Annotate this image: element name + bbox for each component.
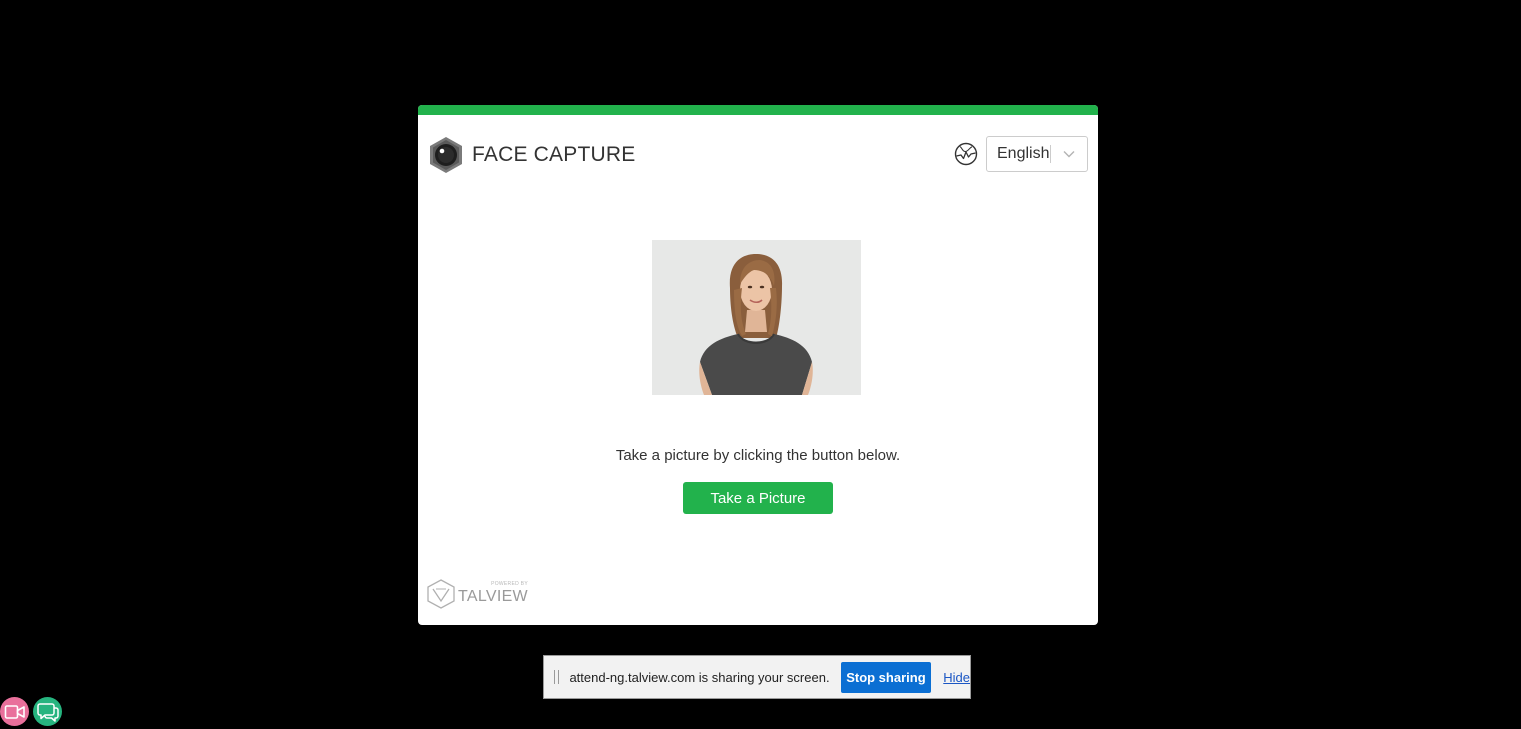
powered-by-talview: POWERED BY TALVIEW [427, 579, 528, 609]
powered-by-text: POWERED BY TALVIEW [458, 579, 528, 609]
globe-icon [954, 142, 978, 166]
drag-handle-icon[interactable] [554, 670, 560, 684]
instruction-text: Take a picture by clicking the button be… [615, 447, 901, 464]
language-selected-value: English [997, 145, 1050, 162]
talview-logo-icon [427, 579, 455, 609]
powered-by-label: POWERED BY [491, 581, 528, 587]
screen-share-message: attend-ng.talview.com is sharing your sc… [569, 669, 830, 685]
chat-bubbles-icon [36, 702, 59, 722]
modal-header-brand: FACE CAPTURE [428, 136, 635, 174]
page-title: FACE CAPTURE [472, 143, 636, 166]
video-camera-icon [4, 704, 25, 719]
stop-sharing-button[interactable]: Stop sharing [840, 661, 932, 693]
take-picture-button[interactable]: Take a Picture [683, 482, 833, 514]
camera-lens-icon [430, 137, 462, 173]
talview-brand-name: TALVIEW [458, 588, 528, 605]
hide-link[interactable]: Hide [943, 670, 970, 685]
chevron-down-icon[interactable] [1051, 136, 1087, 172]
sample-face-photo [652, 240, 861, 395]
modal-accent-bar [418, 105, 1098, 115]
language-selector-area: English [954, 136, 1088, 172]
screen-share-notification-bar: attend-ng.talview.com is sharing your sc… [543, 655, 971, 699]
sample-face-illustration [652, 240, 861, 395]
video-call-button[interactable] [0, 697, 29, 726]
face-capture-modal: FACE CAPTURE English Take a picture by c… [418, 105, 1098, 625]
language-dropdown[interactable]: English [986, 136, 1088, 172]
chat-button[interactable] [33, 697, 62, 726]
